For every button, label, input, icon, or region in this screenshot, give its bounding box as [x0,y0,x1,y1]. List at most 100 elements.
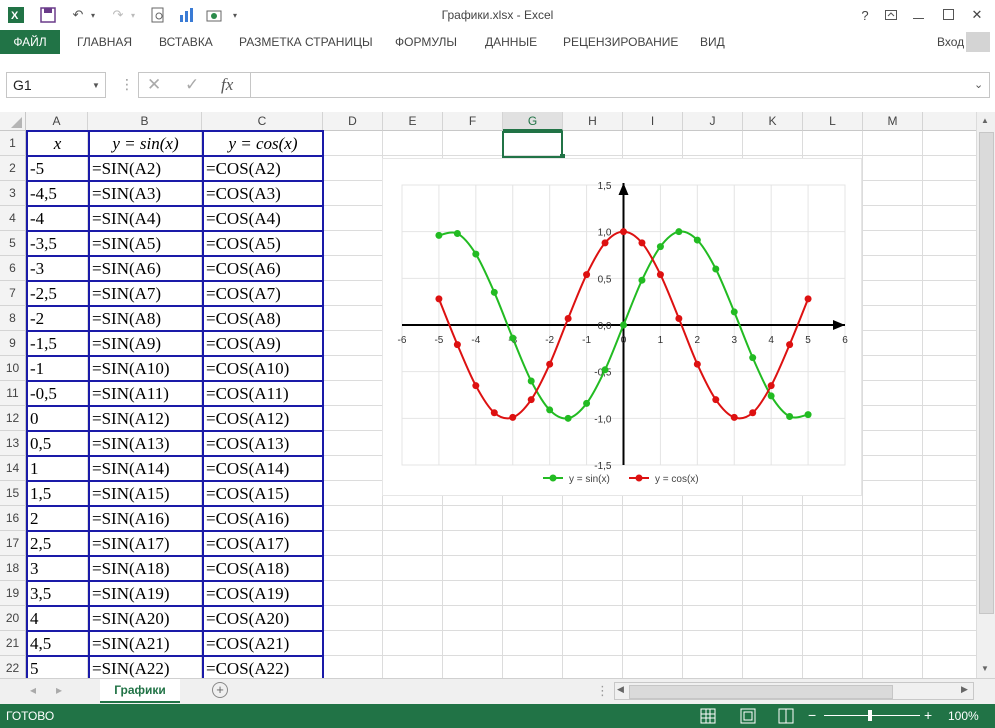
cell-cos[interactable]: =COS(A21) [203,631,323,655]
tab-page-layout[interactable]: РАЗМЕТКА СТРАНИЦЫ [239,35,373,49]
column-header-i[interactable]: I [623,112,683,131]
maximize-icon[interactable] [936,4,962,26]
column-header-e[interactable]: E [383,112,443,131]
row-header-17[interactable]: 17 [0,531,26,556]
row-header-3[interactable]: 3 [0,181,26,206]
cell-x[interactable]: -3,5 [27,231,88,255]
zoom-slider-thumb[interactable] [868,710,872,721]
cell-sin[interactable]: =SIN(A19) [89,581,202,605]
cell-cos[interactable]: =COS(A6) [203,256,323,280]
row-header-11[interactable]: 11 [0,381,26,406]
cell-sin[interactable]: =SIN(A8) [89,306,202,330]
row-header-5[interactable]: 5 [0,231,26,256]
cell-sin[interactable]: =SIN(A13) [89,431,202,455]
row-header-10[interactable]: 10 [0,356,26,381]
select-all-corner[interactable] [0,112,26,131]
column-header-d[interactable]: D [323,112,383,131]
column-header-a[interactable]: A [26,112,88,131]
page-layout-view-icon[interactable] [740,708,756,727]
cell-sin[interactable]: =SIN(A14) [89,456,202,480]
chart-object[interactable]: -6-5-4-3-2-101234561,51,00,50,0-0,5-1,0-… [382,158,862,496]
cell-sin[interactable]: =SIN(A7) [89,281,202,305]
scroll-left-icon[interactable]: ◀ [617,684,624,695]
cell-sin[interactable]: =SIN(A9) [89,331,202,355]
cell-x[interactable]: 4 [27,606,88,630]
worksheet-grid[interactable]: ABCDEFGHIJKLM 1 2 3 4 5 6 7 8 9 10 11 12 13 14 15 16 17 1… [0,112,976,678]
cell-sin[interactable]: =SIN(A11) [89,381,202,405]
column-header-h[interactable]: H [563,112,623,131]
enter-icon[interactable]: ✓ [185,75,199,95]
cell-cos[interactable]: =COS(A19) [203,581,323,605]
row-header-9[interactable]: 9 [0,331,26,356]
cell-cos[interactable]: =COS(A3) [203,181,323,205]
zoom-level[interactable]: 100% [948,709,979,723]
scroll-up-icon[interactable]: ▲ [981,116,989,125]
tab-formulas[interactable]: ФОРМУЛЫ [395,35,457,49]
header-cell-cos[interactable]: y = cos(x) [203,131,323,155]
sheet-tab-grafiki[interactable]: Графики [100,679,180,703]
tab-insert[interactable]: ВСТАВКА [159,35,213,49]
row-header-18[interactable]: 18 [0,556,26,581]
cell-x[interactable]: -2,5 [27,281,88,305]
column-header-c[interactable]: C [202,112,323,131]
cell-x[interactable]: -0,5 [27,381,88,405]
row-header-2[interactable]: 2 [0,156,26,181]
ribbon-display-options-icon[interactable] [878,4,904,26]
row-header-22[interactable]: 22 [0,656,26,678]
cell-x[interactable]: -1,5 [27,331,88,355]
cell-sin[interactable]: =SIN(A21) [89,631,202,655]
cell-x[interactable]: 2 [27,506,88,530]
cell-sin[interactable]: =SIN(A2) [89,156,202,180]
insert-function-icon[interactable]: fx [221,75,233,95]
row-header-21[interactable]: 21 [0,631,26,656]
cell-x[interactable]: -1 [27,356,88,380]
column-header-l[interactable]: L [803,112,863,131]
cell-cos[interactable]: =COS(A12) [203,406,323,430]
cell-sin[interactable]: =SIN(A18) [89,556,202,580]
zoom-in-icon[interactable]: + [924,707,932,723]
vertical-scrollbar[interactable]: ▲ ▼ [976,112,995,678]
row-header-4[interactable]: 4 [0,206,26,231]
cancel-icon[interactable]: ✕ [147,75,161,95]
row-header-7[interactable]: 7 [0,281,26,306]
horizontal-scrollbar[interactable]: ◀ ▶ [614,682,974,700]
name-box-dropdown-icon[interactable]: ▼ [92,81,100,90]
cell-x[interactable]: -5 [27,156,88,180]
row-header-6[interactable]: 6 [0,256,26,281]
cell-x[interactable]: 5 [27,656,88,678]
cell-sin[interactable]: =SIN(A17) [89,531,202,555]
cell-sin[interactable]: =SIN(A22) [89,656,202,678]
cell-cos[interactable]: =COS(A14) [203,456,323,480]
cell-cos[interactable]: =COS(A22) [203,656,323,678]
cell-cos[interactable]: =COS(A5) [203,231,323,255]
active-cell-g1[interactable] [502,131,563,158]
column-header-k[interactable]: K [743,112,803,131]
cell-cos[interactable]: =COS(A13) [203,431,323,455]
row-header-8[interactable]: 8 [0,306,26,331]
page-break-view-icon[interactable] [778,708,794,727]
normal-view-icon[interactable] [700,708,716,727]
name-box[interactable]: G1 [6,72,106,98]
cell-x[interactable]: 3 [27,556,88,580]
tab-view[interactable]: ВИД [700,35,725,49]
row-header-16[interactable]: 16 [0,506,26,531]
row-header-15[interactable]: 15 [0,481,26,506]
column-header-m[interactable]: M [863,112,923,131]
formula-bar-splitter-icon[interactable]: ⋮ [120,76,134,93]
zoom-out-icon[interactable]: − [808,707,816,723]
column-header-f[interactable]: F [443,112,503,131]
cell-x[interactable]: -3 [27,256,88,280]
cell-sin[interactable]: =SIN(A15) [89,481,202,505]
help-icon[interactable]: ? [852,4,878,26]
cell-x[interactable]: -4,5 [27,181,88,205]
tab-splitter-icon[interactable]: ⋮ [596,683,609,699]
row-header-1[interactable]: 1 [0,131,26,156]
cell-cos[interactable]: =COS(A11) [203,381,323,405]
scroll-right-icon[interactable]: ▶ [961,684,968,695]
cell-x[interactable]: -2 [27,306,88,330]
cell-sin[interactable]: =SIN(A4) [89,206,202,230]
formula-input[interactable] [250,72,990,98]
column-header-j[interactable]: J [683,112,743,131]
tab-data[interactable]: ДАННЫЕ [485,35,537,49]
row-header-19[interactable]: 19 [0,581,26,606]
